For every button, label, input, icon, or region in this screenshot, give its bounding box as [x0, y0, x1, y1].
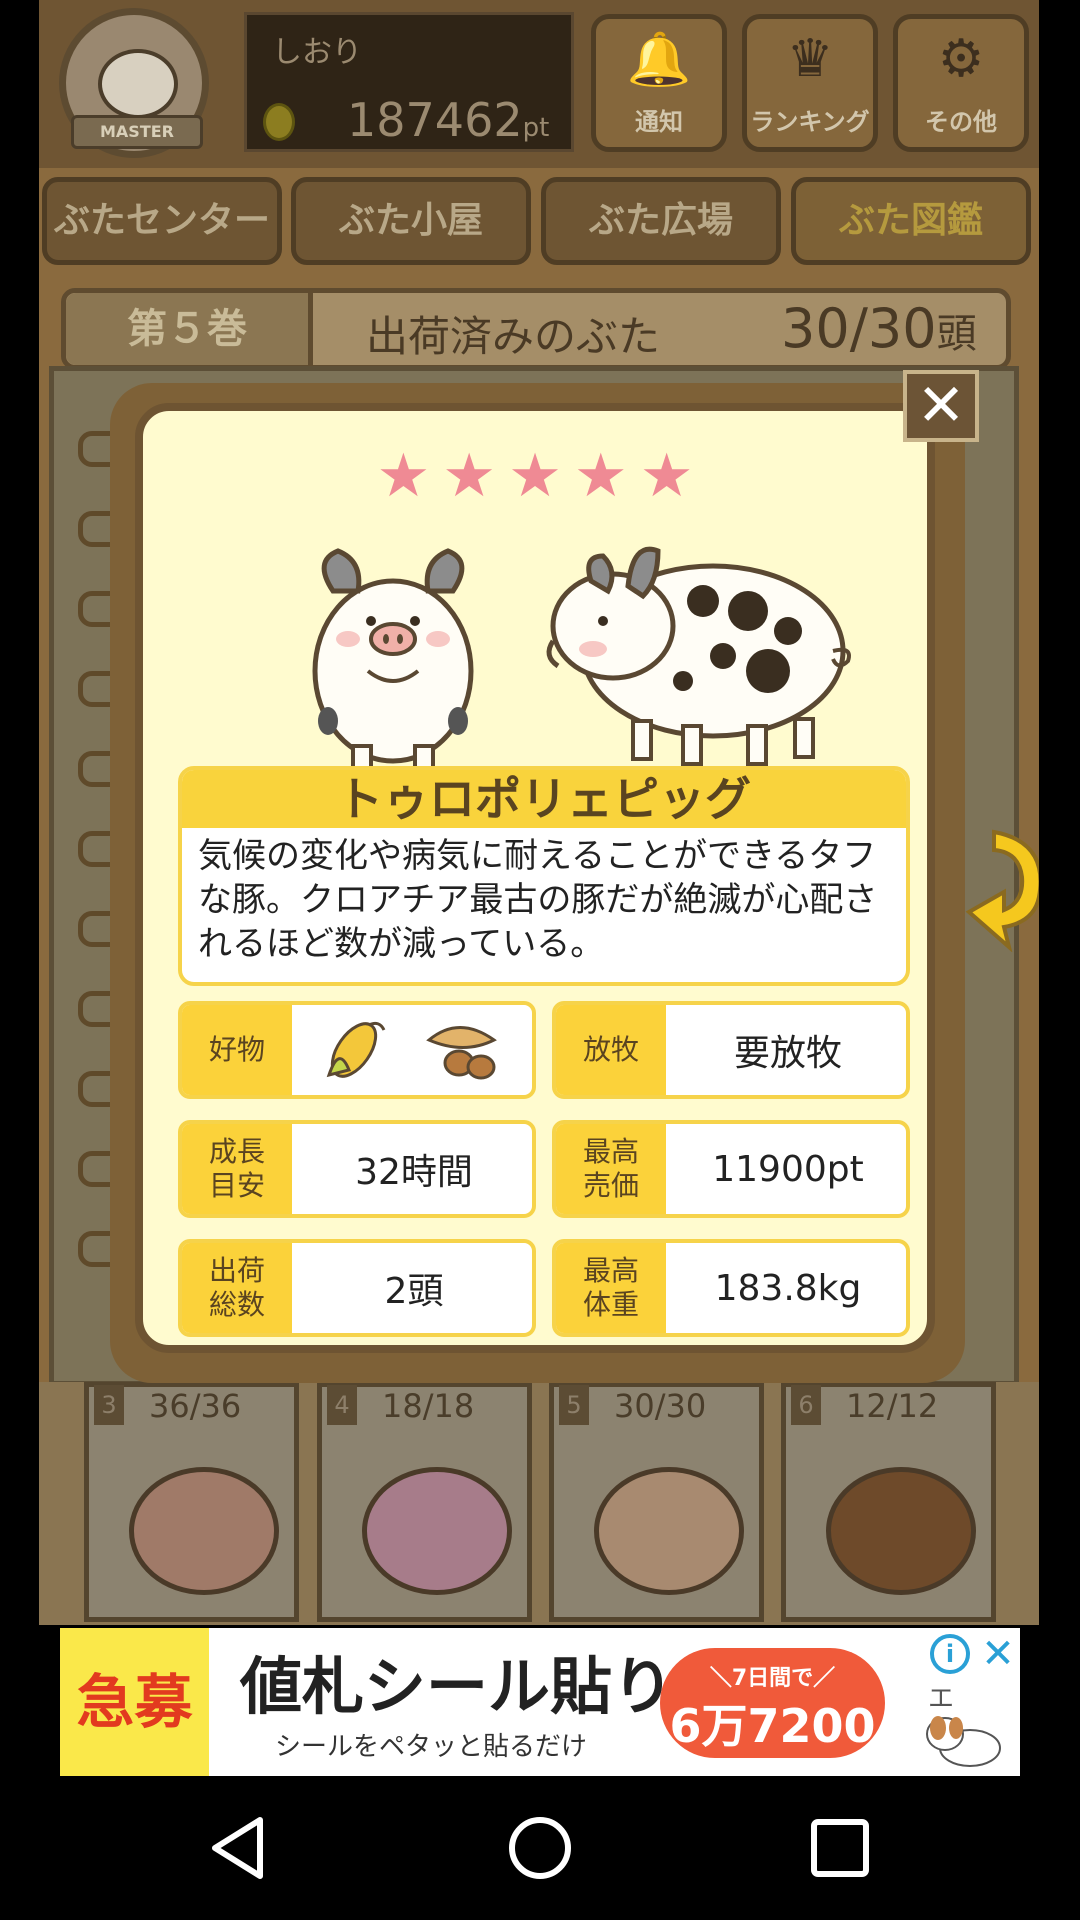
other-button[interactable]: ⚙ その他: [893, 14, 1029, 152]
close-button[interactable]: ✕: [903, 370, 979, 442]
book-caption: 出荷済みのぶた: [366, 312, 661, 361]
book-shelf: 3 36/36 4 18/18 5 30/30 6 12/12: [39, 1382, 1039, 1625]
home-icon[interactable]: [500, 1808, 580, 1888]
pig-icon: [362, 1467, 512, 1595]
gear-icon: ⚙: [937, 29, 985, 89]
ad-pill-top: ＼7日間で／: [709, 1666, 836, 1691]
top-header: MASTER しおり 187462pt 🔔 通知 ♛ ランキング ⚙ その他: [39, 0, 1039, 168]
stat-label: 好物: [182, 1005, 292, 1095]
star-icon: ★: [442, 441, 497, 511]
bell-icon: 🔔: [626, 30, 692, 90]
boar-icon: [826, 1467, 976, 1595]
tab-buta-encyclopedia[interactable]: ぶた図鑑: [791, 177, 1031, 265]
pig-icon: [129, 1467, 279, 1595]
pig-front-illustration: [312, 548, 474, 770]
stat-value: 2頭: [384, 1271, 444, 1312]
stat-label: 最高 売価: [556, 1124, 666, 1214]
ad-price-badge: ＼7日間で／ 6万7200円: [660, 1648, 885, 1776]
next-arrow-icon[interactable]: [964, 822, 1039, 952]
system-navigation-bar: [0, 1776, 1080, 1920]
stat-value: 32時間: [355, 1152, 473, 1193]
stat-max-price: 最高 売価 11900pt: [552, 1120, 910, 1218]
coin-icon: [263, 103, 295, 141]
tab-buta-center[interactable]: ぶたセンター: [42, 177, 282, 265]
master-badge[interactable]: MASTER: [59, 8, 209, 158]
book-tag: 3: [94, 1385, 124, 1425]
stat-value: 11900pt: [712, 1148, 864, 1190]
notification-button[interactable]: 🔔 通知: [591, 14, 727, 152]
book-count-value: 30/30: [781, 297, 937, 360]
tab-buta-hut[interactable]: ぶた小屋: [291, 177, 531, 265]
book-tag: 5: [559, 1385, 589, 1425]
stat-favorite-food: 好物: [178, 1001, 536, 1099]
ad-headline: 値札シール貼り: [240, 1650, 675, 1723]
user-name: しおり: [272, 35, 362, 70]
book-tag: 4: [327, 1385, 357, 1425]
ad-close-icon[interactable]: ✕: [978, 1634, 1018, 1674]
corn-icon: [326, 1021, 386, 1078]
ad-info-icon[interactable]: i: [930, 1634, 970, 1674]
stat-max-weight: 最高 体重 183.8kg: [552, 1239, 910, 1337]
points-unit: pt: [522, 113, 550, 143]
book-count: 30/30: [614, 1387, 707, 1425]
game-screen: MASTER しおり 187462pt 🔔 通知 ♛ ランキング ⚙ その他 ぶ…: [39, 0, 1039, 1625]
book-count: 30/30頭: [781, 297, 977, 360]
badge-label: MASTER: [71, 115, 203, 149]
stat-label: 放牧: [556, 1005, 666, 1095]
dog-illustration-icon: [926, 1716, 1001, 1767]
stat-growth-time: 成長 目安 32時間: [178, 1120, 536, 1218]
tab-buta-plaza[interactable]: ぶた広場: [541, 177, 781, 265]
back-icon[interactable]: [200, 1808, 280, 1888]
notification-label: 通知: [635, 108, 683, 136]
pig-detail-modal: ★ ★ ★ ★ ★ トゥロポリェピッグ 気候の変化や病気に耐えることができるタフ…: [110, 383, 965, 1383]
ad-subtext: シールをペタッと貼るだけ: [275, 1732, 588, 1762]
shelf-book-4[interactable]: 4 18/18: [317, 1382, 532, 1622]
pig-name: トゥロポリェピッグ: [182, 770, 906, 828]
pig-side-illustration: [546, 546, 851, 766]
main-tabs: ぶたセンター ぶた小屋 ぶた広場 ぶた図鑑: [39, 172, 1039, 272]
ranking-label: ランキング: [750, 108, 870, 136]
book-count-unit: 頭: [936, 311, 977, 357]
user-panel: しおり 187462pt: [244, 12, 574, 152]
acorn-icon: [426, 1026, 497, 1080]
star-icon: ★: [573, 441, 628, 511]
points-display: 187462pt: [347, 93, 549, 147]
stat-label: 最高 体重: [556, 1243, 666, 1333]
pig-description: 気候の変化や病気に耐えることができるタフな豚。クロアチア最古の豚だが絶滅が心配さ…: [198, 836, 878, 964]
stat-label: 出荷 総数: [182, 1243, 292, 1333]
favorite-foods: [292, 1005, 532, 1095]
stat-value: 183.8kg: [714, 1267, 862, 1309]
stat-value: 要放牧: [733, 1033, 842, 1074]
book-count: 36/36: [149, 1387, 242, 1425]
book-title-bar: 第５巻 出荷済みのぶた 30/30頭: [61, 288, 1011, 370]
star-icon: ★: [508, 441, 562, 511]
book-tag: 6: [791, 1385, 821, 1425]
star-icon: ★: [376, 441, 431, 511]
volume-label: 第５巻: [66, 293, 313, 365]
stat-grazing: 放牧 要放牧: [552, 1001, 910, 1099]
star-icon: ★: [639, 441, 694, 511]
pig-icon: [594, 1467, 744, 1595]
points-value: 187462: [347, 93, 523, 147]
stat-label: 成長 目安: [182, 1124, 292, 1214]
ad-banner[interactable]: 急募 値札シール貼り シールをペタッと貼るだけ ＼7日間で／ 6万7200円 エ…: [60, 1628, 1020, 1776]
book-count: 12/12: [846, 1387, 939, 1425]
pig-description-box: トゥロポリェピッグ 気候の変化や病気に耐えることができるタフな豚。クロアチア最古…: [178, 766, 910, 986]
ad-pill-main: 6万7200円: [669, 1699, 876, 1776]
shelf-book-6[interactable]: 6 12/12: [781, 1382, 996, 1622]
other-label: その他: [925, 108, 997, 136]
recents-icon[interactable]: [800, 1808, 880, 1888]
pig-face-icon: [98, 49, 178, 119]
book-count: 18/18: [382, 1387, 475, 1425]
rarity-stars: ★ ★ ★ ★ ★: [143, 441, 927, 511]
ranking-button[interactable]: ♛ ランキング: [742, 14, 878, 152]
crown-icon: ♛: [786, 29, 834, 89]
pig-detail-card: ★ ★ ★ ★ ★ トゥロポリェピッグ 気候の変化や病気に耐えることができるタフ…: [135, 403, 935, 1353]
stat-shipped-total: 出荷 総数 2頭: [178, 1239, 536, 1337]
ad-label-urgent: 急募: [60, 1628, 209, 1776]
shelf-book-3[interactable]: 3 36/36: [84, 1382, 299, 1622]
shelf-book-5[interactable]: 5 30/30: [549, 1382, 764, 1622]
